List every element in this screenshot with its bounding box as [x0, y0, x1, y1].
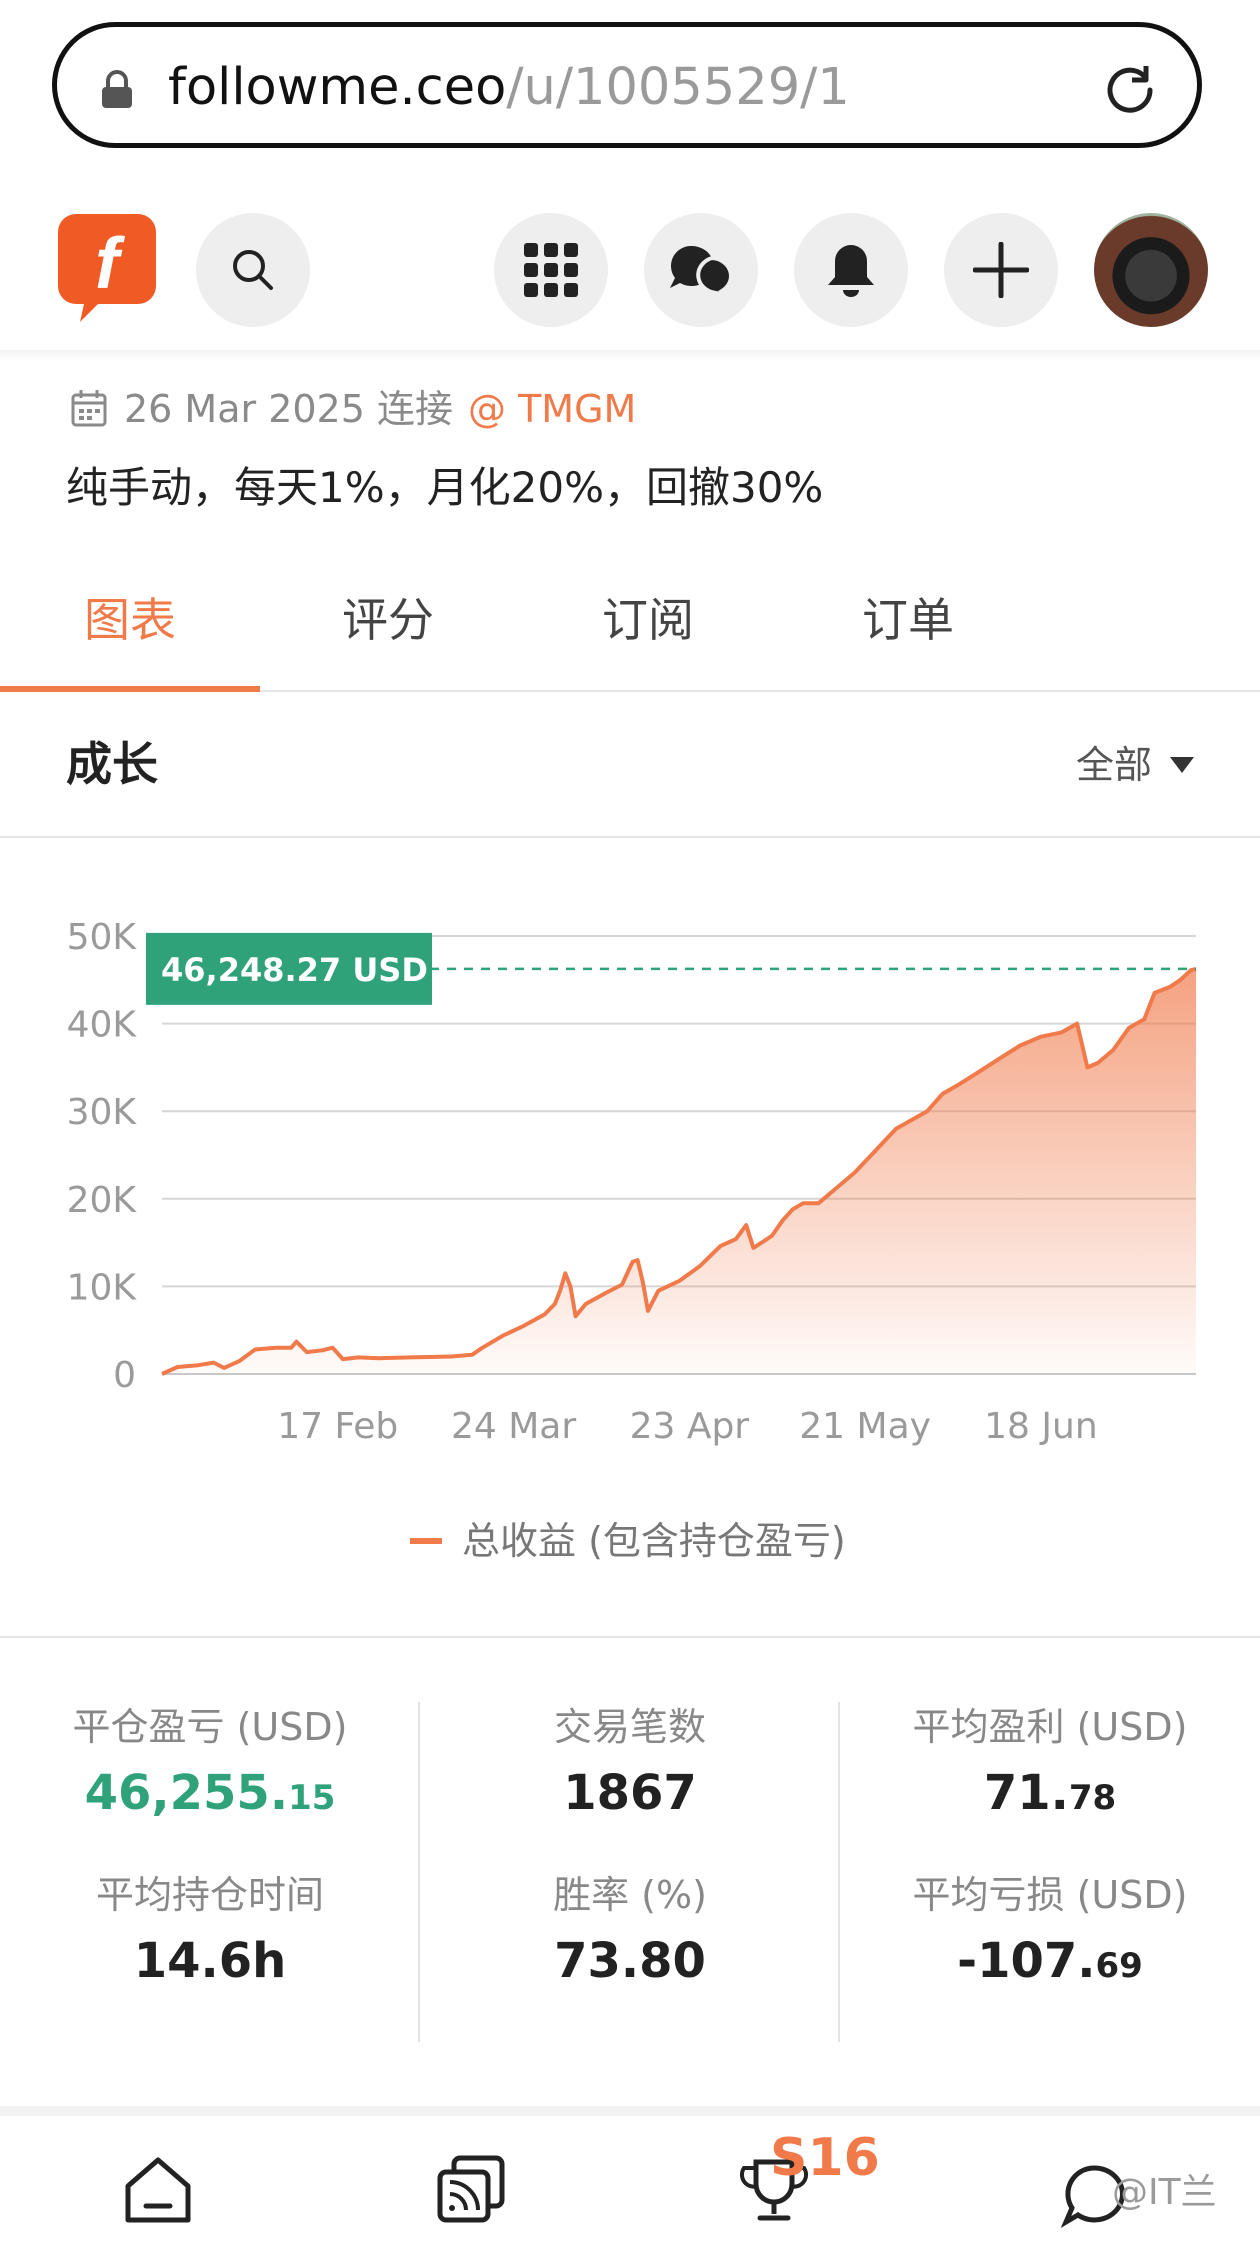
url-text[interactable]: followme.ceo/u/1005529/1 [168, 56, 850, 120]
stat-closed-pnl: 平仓盈亏 (USD) 46,255.15 [0, 1702, 420, 1829]
section-title: 成长 [66, 737, 158, 791]
feed-icon[interactable] [432, 2150, 512, 2230]
stats-divider [418, 1702, 420, 2042]
search-button[interactable] [196, 213, 310, 327]
stat-value: 1867 [563, 1765, 697, 1821]
stat-label: 胜率 (%) [553, 1873, 707, 1917]
y-tick-label: 50K [67, 917, 138, 958]
url-path: /u/1005529/1 [506, 58, 850, 117]
apps-button[interactable] [494, 213, 608, 327]
chat-button[interactable] [644, 213, 758, 327]
y-tick-label: 40K [67, 1005, 138, 1046]
growth-chart: 50K 40K 30K 20K 10K 0 17 Feb 24 Mar 23 Apr 21 Ma… [67, 917, 1197, 1447]
section-divider [0, 836, 1260, 838]
active-tab-indicator [0, 686, 260, 692]
current-value-label: 46,248.27 USD [161, 951, 428, 989]
stat-value: 46,255.15 [84, 1765, 336, 1821]
bottom-bar-separator [0, 2106, 1260, 2116]
contest-badge[interactable]: S16 [770, 2128, 880, 2188]
y-tick-label: 30K [67, 1092, 138, 1133]
x-tick-label: 24 Mar [451, 1406, 576, 1447]
y-tick-label: 0 [113, 1355, 136, 1396]
x-axis-ticks: 17 Feb 24 Mar 23 Apr 21 May 18 Jun [277, 1406, 1097, 1447]
legend-label: 总收益 (包含持仓盈亏) [462, 1519, 846, 1563]
x-tick-label: 17 Feb [277, 1406, 398, 1447]
stat-value: -107.69 [957, 1933, 1143, 1989]
x-tick-label: 21 May [799, 1406, 931, 1447]
tab-subscribe[interactable]: 订阅 [602, 590, 694, 650]
connect-date: 26 Mar 2025 连接 [124, 387, 453, 431]
reload-icon[interactable] [1098, 58, 1162, 122]
stat-label: 平仓盈亏 (USD) [72, 1705, 348, 1749]
home-icon[interactable] [118, 2150, 198, 2230]
chat-icon [670, 245, 733, 298]
legend-swatch [410, 1538, 442, 1544]
stat-avg-holding-time: 平均持仓时间 14.6h [0, 1870, 420, 1997]
chart-legend[interactable]: 总收益 (包含持仓盈亏) [410, 1516, 846, 1566]
stat-label: 平均持仓时间 [95, 1873, 324, 1917]
tab-score[interactable]: 评分 [342, 590, 434, 650]
broker-link[interactable]: @ TMGM [468, 384, 636, 434]
y-tick-label: 10K [67, 1267, 138, 1308]
stat-avg-profit: 平均盈利 (USD) 71.78 [840, 1702, 1260, 1829]
stat-trade-count: 交易笔数 1867 [420, 1702, 840, 1829]
bell-icon [828, 245, 874, 297]
url-host: followme.ceo [168, 58, 507, 117]
avatar[interactable] [1094, 213, 1208, 327]
stat-label: 平均盈利 (USD) [912, 1705, 1188, 1749]
nav-divider [0, 350, 1260, 362]
search-icon [233, 250, 273, 290]
chart-divider [0, 1636, 1260, 1638]
stat-value: 73.80 [554, 1933, 706, 1989]
range-filter-label: 全部 [1076, 743, 1153, 787]
y-tick-label: 20K [67, 1180, 138, 1221]
caret-down-icon [1170, 757, 1195, 773]
notifications-button[interactable] [794, 213, 908, 327]
x-tick-label: 18 Jun [984, 1406, 1098, 1447]
followme-logo[interactable]: f [58, 214, 156, 322]
tab-chart[interactable]: 图表 [84, 590, 176, 650]
watermark: @IT兰 [1112, 2172, 1217, 2213]
create-button[interactable] [944, 213, 1058, 327]
tab-orders[interactable]: 订单 [862, 590, 954, 650]
stat-value: 14.6h [133, 1933, 287, 1989]
stats-divider [838, 1702, 840, 2042]
series-area [162, 968, 1196, 1374]
range-filter-dropdown[interactable]: 全部 [1076, 740, 1195, 790]
calendar-icon [71, 390, 107, 427]
y-axis-ticks: 50K 40K 30K 20K 10K 0 [67, 917, 138, 1396]
stat-avg-loss: 平均亏损 (USD) -107.69 [840, 1870, 1260, 1997]
lock-icon [102, 70, 132, 108]
x-tick-label: 23 Apr [630, 1406, 750, 1447]
stat-label: 平均亏损 (USD) [912, 1873, 1188, 1917]
stat-win-rate: 胜率 (%) 73.80 [420, 1870, 840, 1997]
strategy-description: 纯手动，每天1%，月化20%，回撤30% [66, 463, 824, 512]
stat-value: 71.78 [983, 1765, 1117, 1821]
plus-icon [973, 242, 1029, 298]
stat-label: 交易笔数 [553, 1705, 706, 1749]
apps-grid-icon [524, 243, 578, 297]
